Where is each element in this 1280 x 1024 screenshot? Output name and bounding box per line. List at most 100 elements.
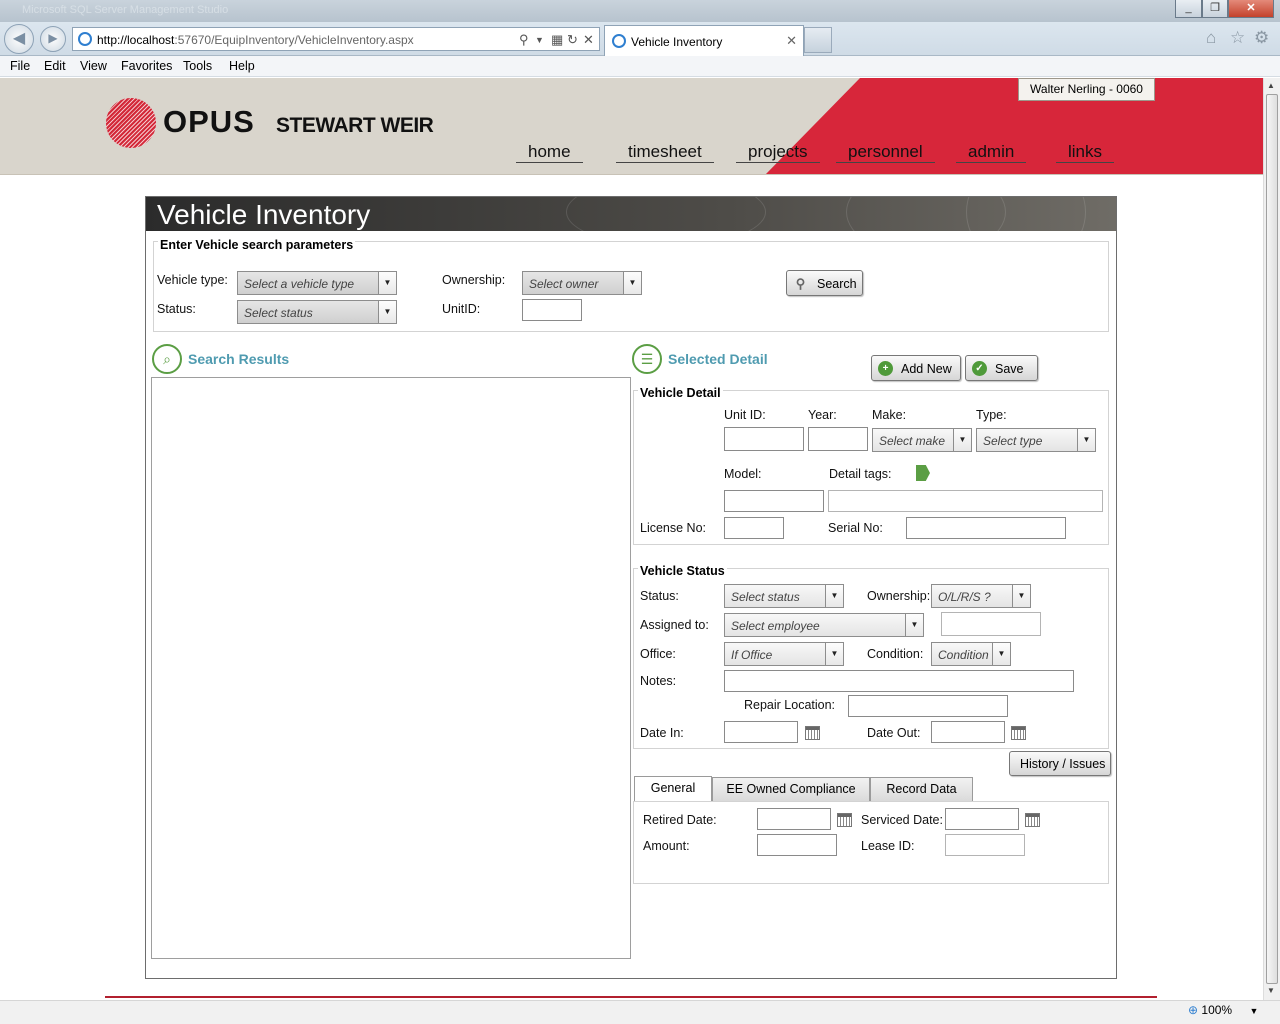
license-input[interactable] <box>724 517 784 539</box>
serial-input[interactable] <box>906 517 1066 539</box>
chevron-down-icon[interactable]: ▼ <box>1249 1006 1258 1016</box>
calendar-icon[interactable] <box>1025 813 1040 827</box>
vehicle-type-value: Select a vehicle type <box>244 277 355 291</box>
notes-input[interactable] <box>724 670 1074 692</box>
logo-stewart-weir-text: STEWART WEIR <box>276 114 434 137</box>
close-tab-icon[interactable]: ✕ <box>786 33 797 49</box>
assigned-to-label: Assigned to: <box>640 618 709 632</box>
tab-ee-owned-compliance[interactable]: EE Owned Compliance <box>712 777 870 802</box>
menu-edit[interactable]: Edit <box>44 59 66 73</box>
repair-location-input[interactable] <box>848 695 1008 717</box>
dropdown-arrow-icon[interactable]: ▼ <box>535 35 544 45</box>
chevron-down-icon[interactable]: ▼ <box>378 272 396 294</box>
ownership-dropdown[interactable]: O/L/R/S ? ▼ <box>931 584 1031 608</box>
logo-opus-text: OPUS <box>163 104 255 139</box>
search-status-dropdown[interactable]: Select status ▼ <box>237 300 397 324</box>
unit-id-input[interactable] <box>724 427 804 451</box>
home-icon[interactable]: ⌂ <box>1206 28 1216 48</box>
office-dropdown[interactable]: If Office ▼ <box>724 642 844 666</box>
save-button[interactable]: ✓ Save <box>965 355 1038 381</box>
calendar-icon[interactable] <box>1011 726 1026 740</box>
detail-tags-input[interactable] <box>828 490 1103 512</box>
menu-bar: File Edit View Favorites Tools Help <box>0 56 1280 77</box>
chevron-down-icon[interactable]: ▼ <box>905 614 923 636</box>
status-dropdown[interactable]: Select status ▼ <box>724 584 844 608</box>
type-value: Select type <box>983 434 1043 448</box>
serviced-date-input[interactable] <box>945 808 1019 830</box>
window-title: Microsoft SQL Server Management Studio <box>22 4 229 16</box>
chevron-down-icon[interactable]: ▼ <box>825 643 843 665</box>
search-ownership-dropdown[interactable]: Select owner ▼ <box>522 271 642 295</box>
zoom-control[interactable]: ⊕ 100% ▼ <box>1188 1003 1258 1017</box>
nav-admin[interactable]: admin <box>956 142 1027 163</box>
forward-button[interactable]: ▶ <box>40 26 66 52</box>
tab-general[interactable]: General <box>634 776 712 802</box>
menu-help[interactable]: Help <box>229 59 255 73</box>
tab-record-data[interactable]: Record Data <box>870 777 973 802</box>
chevron-down-icon[interactable]: ▼ <box>623 272 641 294</box>
year-input[interactable] <box>808 427 868 451</box>
calendar-icon[interactable] <box>805 726 820 740</box>
address-bar[interactable]: http://localhost:57670/EquipInventory/Ve… <box>72 27 600 51</box>
compat-view-icon[interactable]: ▦ <box>551 32 563 48</box>
chevron-down-icon[interactable]: ▼ <box>953 429 971 451</box>
ownership-value: O/L/R/S ? <box>938 590 991 604</box>
license-label: License No: <box>640 521 707 535</box>
model-input[interactable] <box>724 490 824 512</box>
assigned-to-dropdown[interactable]: Select employee ▼ <box>724 613 924 637</box>
close-window-button[interactable]: ✕ <box>1228 0 1274 18</box>
minimize-button[interactable]: _ <box>1175 0 1202 18</box>
date-in-input[interactable] <box>724 721 798 743</box>
tab-vehicle-inventory[interactable]: Vehicle Inventory ✕ <box>604 25 804 56</box>
vertical-scrollbar[interactable]: ▲ ▼ <box>1263 78 1280 1000</box>
refresh-icon[interactable]: ↻ <box>567 32 578 48</box>
chevron-down-icon[interactable]: ▼ <box>378 301 396 323</box>
employee-number-input[interactable] <box>941 612 1041 636</box>
nav-projects[interactable]: projects <box>736 142 820 163</box>
nav-links[interactable]: links <box>1056 142 1115 163</box>
gear-icon[interactable]: ⚙ <box>1254 28 1269 48</box>
make-dropdown[interactable]: Select make ▼ <box>872 428 972 452</box>
type-dropdown[interactable]: Select type ▼ <box>976 428 1096 452</box>
new-tab-button[interactable] <box>804 27 832 53</box>
back-button[interactable]: ◀ <box>4 24 34 54</box>
add-new-button[interactable]: + Add New <box>871 355 961 381</box>
history-issues-button[interactable]: History / Issues <box>1009 751 1111 776</box>
chevron-down-icon[interactable]: ▼ <box>1077 429 1095 451</box>
tab-title: Vehicle Inventory <box>631 35 723 49</box>
menu-file[interactable]: File <box>10 59 30 73</box>
amount-input[interactable] <box>757 834 837 856</box>
date-out-input[interactable] <box>931 721 1005 743</box>
scrollbar-thumb[interactable] <box>1266 94 1278 984</box>
menu-tools[interactable]: Tools <box>183 59 212 73</box>
nav-home[interactable]: home <box>516 142 583 163</box>
scroll-down-icon[interactable]: ▼ <box>1267 986 1275 995</box>
vehicle-type-dropdown[interactable]: Select a vehicle type ▼ <box>237 271 397 295</box>
status-label: Status: <box>640 589 679 603</box>
checkmark-icon: ✓ <box>972 361 987 376</box>
office-value: If Office <box>731 648 773 662</box>
condition-dropdown[interactable]: Condition ▼ <box>931 642 1011 666</box>
retired-date-input[interactable] <box>757 808 831 830</box>
menu-view[interactable]: View <box>80 59 107 73</box>
search-results-list[interactable] <box>151 377 631 959</box>
amount-label: Amount: <box>643 839 690 853</box>
menu-favorites[interactable]: Favorites <box>121 59 172 73</box>
chevron-down-icon[interactable]: ▼ <box>992 643 1010 665</box>
url-text: http://localhost:57670/EquipInventory/Ve… <box>97 33 414 47</box>
vehicle-inventory-panel: Vehicle Inventory Enter Vehicle search p… <box>145 196 1117 979</box>
favorites-star-icon[interactable]: ☆ <box>1230 28 1245 48</box>
model-label: Model: <box>724 467 762 481</box>
nav-personnel[interactable]: personnel <box>836 142 935 163</box>
calendar-icon[interactable] <box>837 813 852 827</box>
chevron-down-icon[interactable]: ▼ <box>825 585 843 607</box>
stop-icon[interactable]: ✕ <box>583 32 594 48</box>
restore-button[interactable]: ❐ <box>1202 0 1228 18</box>
search-icon[interactable]: ⚲ <box>519 32 529 48</box>
lease-id-input[interactable] <box>945 834 1025 856</box>
scroll-up-icon[interactable]: ▲ <box>1267 81 1275 90</box>
unitid-input[interactable] <box>522 299 582 321</box>
chevron-down-icon[interactable]: ▼ <box>1012 585 1030 607</box>
nav-timesheet[interactable]: timesheet <box>616 142 714 163</box>
search-button[interactable]: ⚲ Search <box>786 270 863 296</box>
